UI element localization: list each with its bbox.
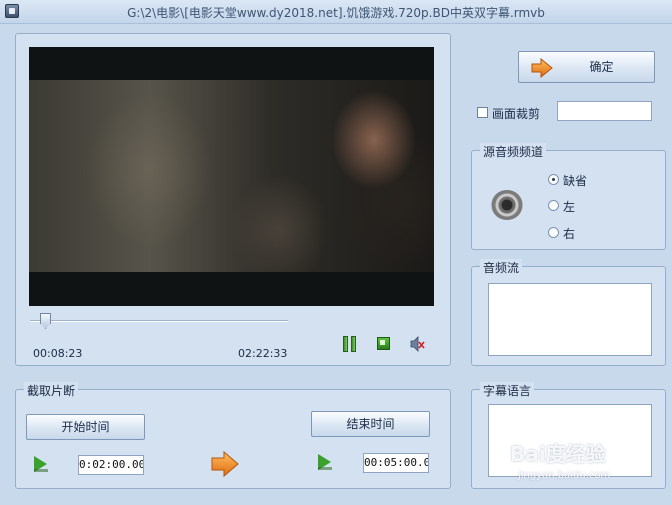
radio-right-label: 右 — [563, 227, 576, 241]
title-bar: G:\2\电影\[电影天堂www.dy2018.net].饥饿游戏.720p.B… — [0, 0, 672, 24]
subtitle-group-label: 字幕语言 — [480, 382, 535, 399]
confirm-button-label: 确定 — [589, 60, 614, 74]
crop-checkbox[interactable] — [477, 107, 488, 118]
radio-default[interactable] — [548, 174, 559, 185]
crop-input[interactable] — [557, 101, 652, 121]
speaker-icon — [491, 190, 523, 220]
confirm-arrow-icon — [531, 57, 553, 89]
clip-group-label: 截取片断 — [24, 382, 79, 399]
radio-default-label: 缺省 — [563, 174, 588, 188]
total-time: 02:22:33 — [238, 347, 288, 360]
seek-slider-track[interactable] — [30, 320, 288, 322]
watermark-url: jingyan.baidu.com — [518, 470, 611, 481]
watermark-logo: Bai度经验 — [510, 442, 606, 466]
clip-arrow-icon — [210, 450, 240, 478]
pause-icon[interactable] — [342, 335, 358, 353]
crop-label: 画面裁剪 — [492, 107, 541, 121]
preview-start-play-icon[interactable] — [34, 456, 48, 472]
confirm-button[interactable]: 确定 — [518, 51, 655, 83]
radio-right[interactable] — [548, 227, 559, 238]
audio-stream-list[interactable] — [488, 283, 652, 356]
audio-stream-group-label: 音频流 — [480, 259, 523, 276]
stop-icon[interactable] — [376, 335, 392, 353]
video-frame-image — [29, 80, 434, 272]
start-time-button[interactable]: 开始时间 — [26, 414, 145, 440]
current-time: 00:08:23 — [33, 347, 83, 360]
radio-left-label: 左 — [563, 200, 576, 214]
preview-end-play-icon[interactable] — [318, 454, 332, 470]
radio-left[interactable] — [548, 200, 559, 211]
end-time-button[interactable]: 结束时间 — [311, 411, 430, 437]
end-time-field[interactable]: 00:05:00.00 — [363, 453, 429, 473]
start-time-field[interactable]: 0:02:00.00 — [78, 455, 144, 475]
window-title: G:\2\电影\[电影天堂www.dy2018.net].饥饿游戏.720p.B… — [127, 6, 545, 20]
video-preview[interactable] — [29, 47, 434, 306]
speaker-mute-icon[interactable] — [409, 335, 425, 353]
audio-channel-group-label: 源音频频道 — [480, 143, 547, 160]
